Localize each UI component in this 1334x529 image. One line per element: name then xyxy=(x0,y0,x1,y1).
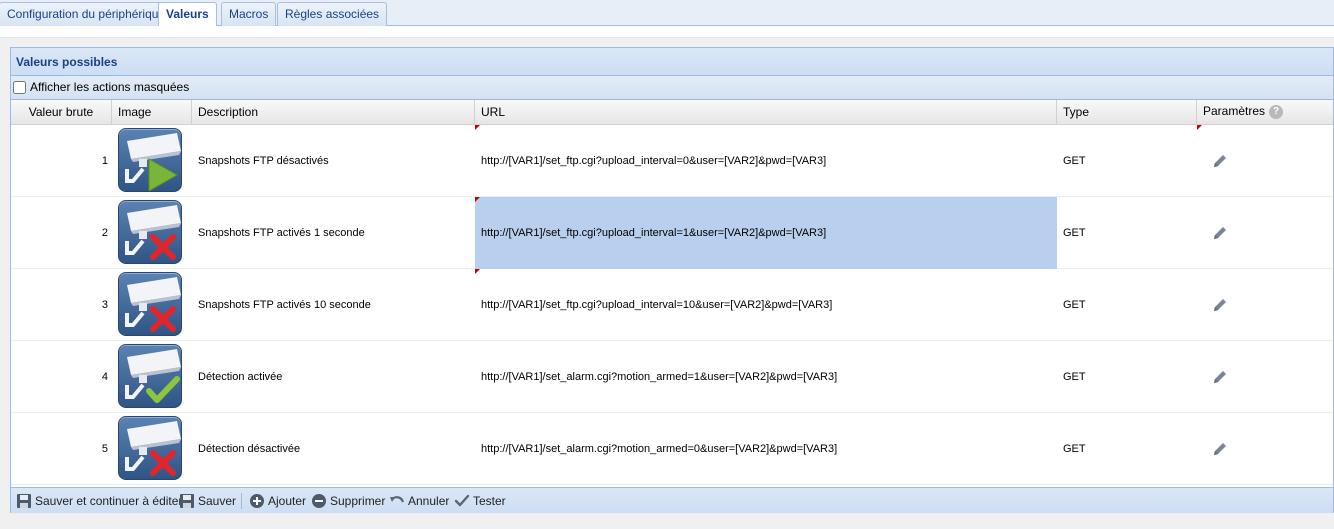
tab-bar: Configuration du périphérique Valeurs Ma… xyxy=(0,0,1334,27)
camera-play-icon xyxy=(118,128,182,192)
pencil-icon[interactable] xyxy=(1211,368,1229,386)
url-text: http://[VAR1]/set_alarm.cgi?motion_armed… xyxy=(481,443,838,455)
pencil-icon[interactable] xyxy=(1211,152,1229,170)
url-cell[interactable]: http://[VAR1]/set_ftp.cgi?upload_interva… xyxy=(475,269,1057,341)
description-cell[interactable]: Snapshots FTP désactivés xyxy=(192,125,475,197)
url-text: http://[VAR1]/set_ftp.cgi?upload_interva… xyxy=(481,155,827,167)
image-cell[interactable] xyxy=(112,269,192,341)
description-cell[interactable]: Snapshots FTP activés 10 seconde xyxy=(192,269,475,341)
params-cell xyxy=(1197,413,1334,485)
help-icon[interactable]: ? xyxy=(1269,104,1284,119)
type-cell[interactable]: GET xyxy=(1057,413,1197,485)
description-cell[interactable]: Snapshots FTP activés 1 seconde xyxy=(192,197,475,269)
tab-macros[interactable]: Macros xyxy=(221,2,277,26)
params-cell xyxy=(1197,269,1334,341)
floppy-icon xyxy=(180,494,194,508)
description-cell[interactable]: Détection activée xyxy=(192,341,475,413)
image-cell[interactable] xyxy=(112,197,192,269)
col-header-url[interactable]: URL xyxy=(475,100,1057,125)
undo-icon xyxy=(390,496,405,503)
toolbar-separator xyxy=(241,493,242,509)
pencil-icon[interactable] xyxy=(1211,224,1229,242)
pencil-icon[interactable] xyxy=(1211,440,1229,458)
col-header-raw-value[interactable]: Valeur brute xyxy=(11,100,112,125)
tab-valeurs[interactable]: Valeurs xyxy=(158,2,217,27)
plus-circle-icon xyxy=(250,494,264,508)
table-row[interactable]: 4 Détection activée http://[VAR1]/set_al… xyxy=(11,341,1333,413)
url-cell[interactable]: http://[VAR1]/set_alarm.cgi?motion_armed… xyxy=(475,341,1057,413)
floppy-icon xyxy=(17,494,31,508)
params-cell xyxy=(1197,125,1334,197)
save-continue-label: Sauver et continuer à éditer xyxy=(35,494,183,508)
type-cell[interactable]: GET xyxy=(1057,197,1197,269)
camera-cross-icon xyxy=(118,272,182,336)
save-label: Sauver xyxy=(198,494,237,508)
col-header-params[interactable]: Paramètres? xyxy=(1197,100,1334,125)
bottom-toolbar: Sauver et continuer à éditer Sauver Ajou… xyxy=(11,487,1333,513)
description-cell[interactable]: Détection désactivée xyxy=(192,413,475,485)
raw-value-cell[interactable]: 3 xyxy=(11,269,112,341)
type-cell[interactable]: GET xyxy=(1057,125,1197,197)
table-row[interactable]: 2 Snapshots FTP activés 1 seconde http:/… xyxy=(11,197,1333,269)
add-button[interactable]: Ajouter xyxy=(249,492,306,510)
image-cell[interactable] xyxy=(112,341,192,413)
url-text: http://[VAR1]/set_alarm.cgi?motion_armed… xyxy=(481,371,838,383)
show-hidden-checkbox[interactable] xyxy=(13,80,26,94)
test-button[interactable]: Tester xyxy=(454,492,506,510)
modified-marker xyxy=(475,125,480,130)
delete-button[interactable]: Supprimer xyxy=(311,492,385,510)
tab-configuration[interactable]: Configuration du périphérique xyxy=(0,2,174,26)
save-continue-button[interactable]: Sauver et continuer à éditer xyxy=(16,492,182,510)
url-text: http://[VAR1]/set_ftp.cgi?upload_interva… xyxy=(481,299,833,311)
minus-circle-icon xyxy=(312,494,326,508)
col-header-type[interactable]: Type xyxy=(1057,100,1197,125)
modified-marker xyxy=(475,269,480,274)
values-panel: Valeurs possibles Afficher les actions m… xyxy=(10,47,1334,513)
camera-check-icon xyxy=(118,344,182,408)
col-header-params-label: Paramètres xyxy=(1203,104,1266,118)
table-row[interactable]: 3 Snapshots FTP activés 10 seconde http:… xyxy=(11,269,1333,341)
params-cell xyxy=(1197,197,1334,269)
params-cell xyxy=(1197,341,1334,413)
table-row[interactable]: 5 Détection désactivée http://[VAR1]/set… xyxy=(11,413,1333,485)
panel-top-toolbar: Afficher les actions masquées xyxy=(11,76,1333,100)
tab-regles[interactable]: Règles associées xyxy=(277,2,388,26)
test-label: Tester xyxy=(473,494,506,508)
image-cell[interactable] xyxy=(112,413,192,485)
delete-label: Supprimer xyxy=(330,494,386,508)
save-button[interactable]: Sauver xyxy=(179,492,236,510)
url-cell[interactable]: http://[VAR1]/set_alarm.cgi?motion_armed… xyxy=(475,413,1057,485)
raw-value-cell[interactable]: 1 xyxy=(11,125,112,197)
cancel-label: Annuler xyxy=(408,494,450,508)
type-cell[interactable]: GET xyxy=(1057,341,1197,413)
camera-cross-icon xyxy=(118,416,182,480)
table-row[interactable]: 1 Snapshots FTP désactivés http://[VAR1]… xyxy=(11,125,1333,197)
add-label: Ajouter xyxy=(268,494,307,508)
col-header-image[interactable]: Image xyxy=(112,100,192,125)
col-header-description[interactable]: Description xyxy=(192,100,475,125)
tab-strip-spacer xyxy=(0,26,1334,38)
show-hidden-label: Afficher les actions masquées xyxy=(30,80,190,94)
grid-header: Valeur brute Image Description URL Type … xyxy=(11,100,1333,125)
url-text: http://[VAR1]/set_ftp.cgi?upload_interva… xyxy=(481,227,827,239)
raw-value-cell[interactable]: 4 xyxy=(11,341,112,413)
cancel-button[interactable]: Annuler xyxy=(389,492,449,510)
modified-marker xyxy=(1197,125,1202,130)
panel-title: Valeurs possibles xyxy=(11,48,1333,76)
url-cell-selected[interactable]: http://[VAR1]/set_ftp.cgi?upload_interva… xyxy=(475,197,1057,269)
show-hidden-toggle[interactable]: Afficher les actions masquées xyxy=(13,80,189,94)
url-cell[interactable]: http://[VAR1]/set_ftp.cgi?upload_interva… xyxy=(475,125,1057,197)
raw-value-cell[interactable]: 5 xyxy=(11,413,112,485)
raw-value-cell[interactable]: 2 xyxy=(11,197,112,269)
camera-cross-icon xyxy=(118,200,182,264)
check-icon xyxy=(454,494,470,507)
modified-marker xyxy=(475,197,480,202)
image-cell[interactable] xyxy=(112,125,192,197)
pencil-icon[interactable] xyxy=(1211,296,1229,314)
type-cell[interactable]: GET xyxy=(1057,269,1197,341)
